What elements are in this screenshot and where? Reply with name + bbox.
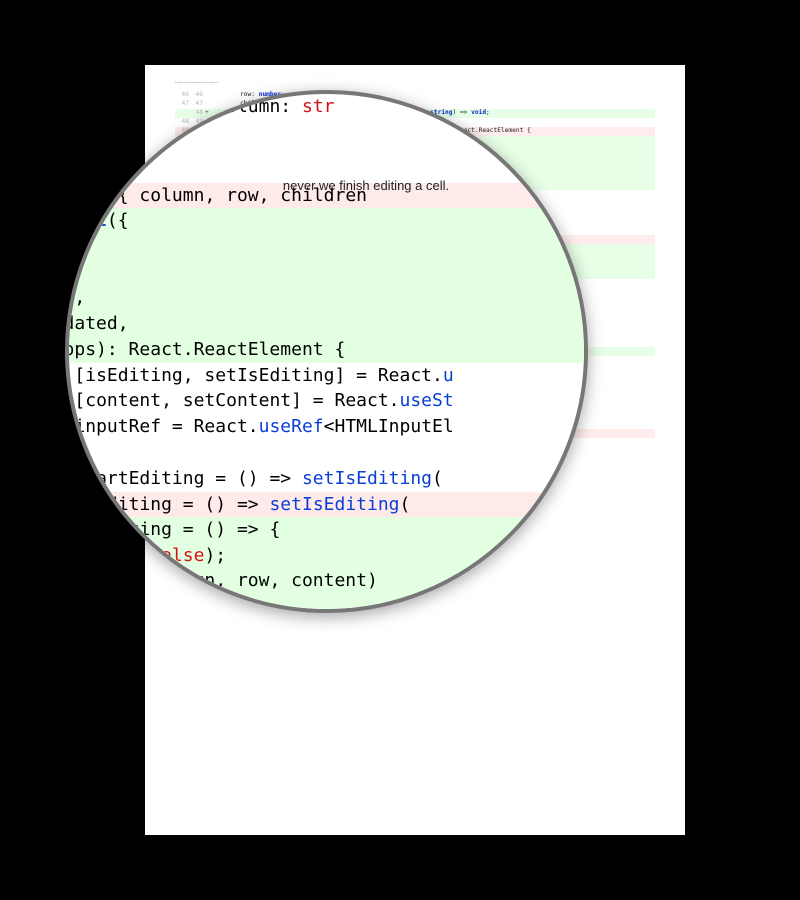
loupe-code-line: -function Cell({ column, row, children bbox=[65, 183, 588, 208]
code-text: function Cell({ bbox=[65, 210, 129, 231]
loupe-code-line: 50+ column, bbox=[65, 234, 588, 260]
magnifier-loupe: 48 ueUpdated: (column: str llProps): Rea… bbox=[65, 90, 588, 613]
code-text: const stopEditing = () => setIsEditing( bbox=[65, 494, 410, 515]
loupe-code-line: 5560 const startEditing = () => setIsEdi… bbox=[65, 466, 588, 492]
code-text: }: CellProps): React.ReactElement { bbox=[65, 339, 345, 360]
code-text: const [isEditing, setIsEditing] = React.… bbox=[65, 365, 454, 386]
loupe-code-line: 5257 const [content, setContent] = React… bbox=[65, 388, 588, 414]
code-text: setIsEditing(false); bbox=[65, 545, 226, 566]
code-text: const [content, setContent] = React.useS… bbox=[65, 390, 454, 411]
loupe-code-line: 61+ const stopEditing = () => { bbox=[65, 517, 588, 543]
code-text: const startEditing = () => setIsEditing( bbox=[65, 468, 443, 489]
code-text: valueUpdated(column, row, content) bbox=[65, 570, 378, 591]
loupe-code-line: + valueUpdated(column, row, content) bbox=[65, 568, 588, 593]
loupe-code-line: 5358 const inputRef = React.useRef<HTMLI… bbox=[65, 414, 588, 440]
loupe-code-line: 54+}: CellProps): React.ReactElement { bbox=[65, 337, 588, 363]
loupe-frag-2: llProps): React.ReactElement { bbox=[65, 145, 588, 159]
stage: { "page_number": "68", "top_fragment": {… bbox=[0, 0, 800, 900]
loupe-frag-1: 48 ueUpdated: (column: str bbox=[65, 90, 588, 145]
loupe-code-line: 62+ setIsEditing(false); bbox=[65, 543, 588, 569]
loupe-code-line: 51+ row, bbox=[65, 259, 588, 285]
loupe-code-line: 5156 const [isEditing, setIsEditing] = R… bbox=[65, 363, 588, 389]
code-text: function Cell({ column, row, children bbox=[65, 185, 367, 206]
loupe-code-line: 52+ children, bbox=[65, 285, 588, 311]
top-cropped-text: the callback prop that is invoked whenev… bbox=[175, 83, 655, 85]
loupe-code-line: 53+ valueUpdated, bbox=[65, 311, 588, 337]
loupe-frag-prose: never we finish editing a cell. bbox=[65, 159, 588, 177]
loupe-code-line: +function Cell({ bbox=[65, 208, 588, 233]
code-text: children, bbox=[65, 287, 85, 308]
code-text: const stopEditing = () => { bbox=[65, 519, 280, 540]
code-text: valueUpdated, bbox=[65, 313, 129, 334]
magnifier-content: 48 ueUpdated: (column: str llProps): Rea… bbox=[65, 90, 588, 613]
code-text: const inputRef = React.useRef<HTMLInputE… bbox=[65, 416, 454, 437]
loupe-code-line: 5459 bbox=[65, 440, 588, 466]
loupe-code-line: - const stopEditing = () => setIsEditing… bbox=[65, 492, 588, 517]
